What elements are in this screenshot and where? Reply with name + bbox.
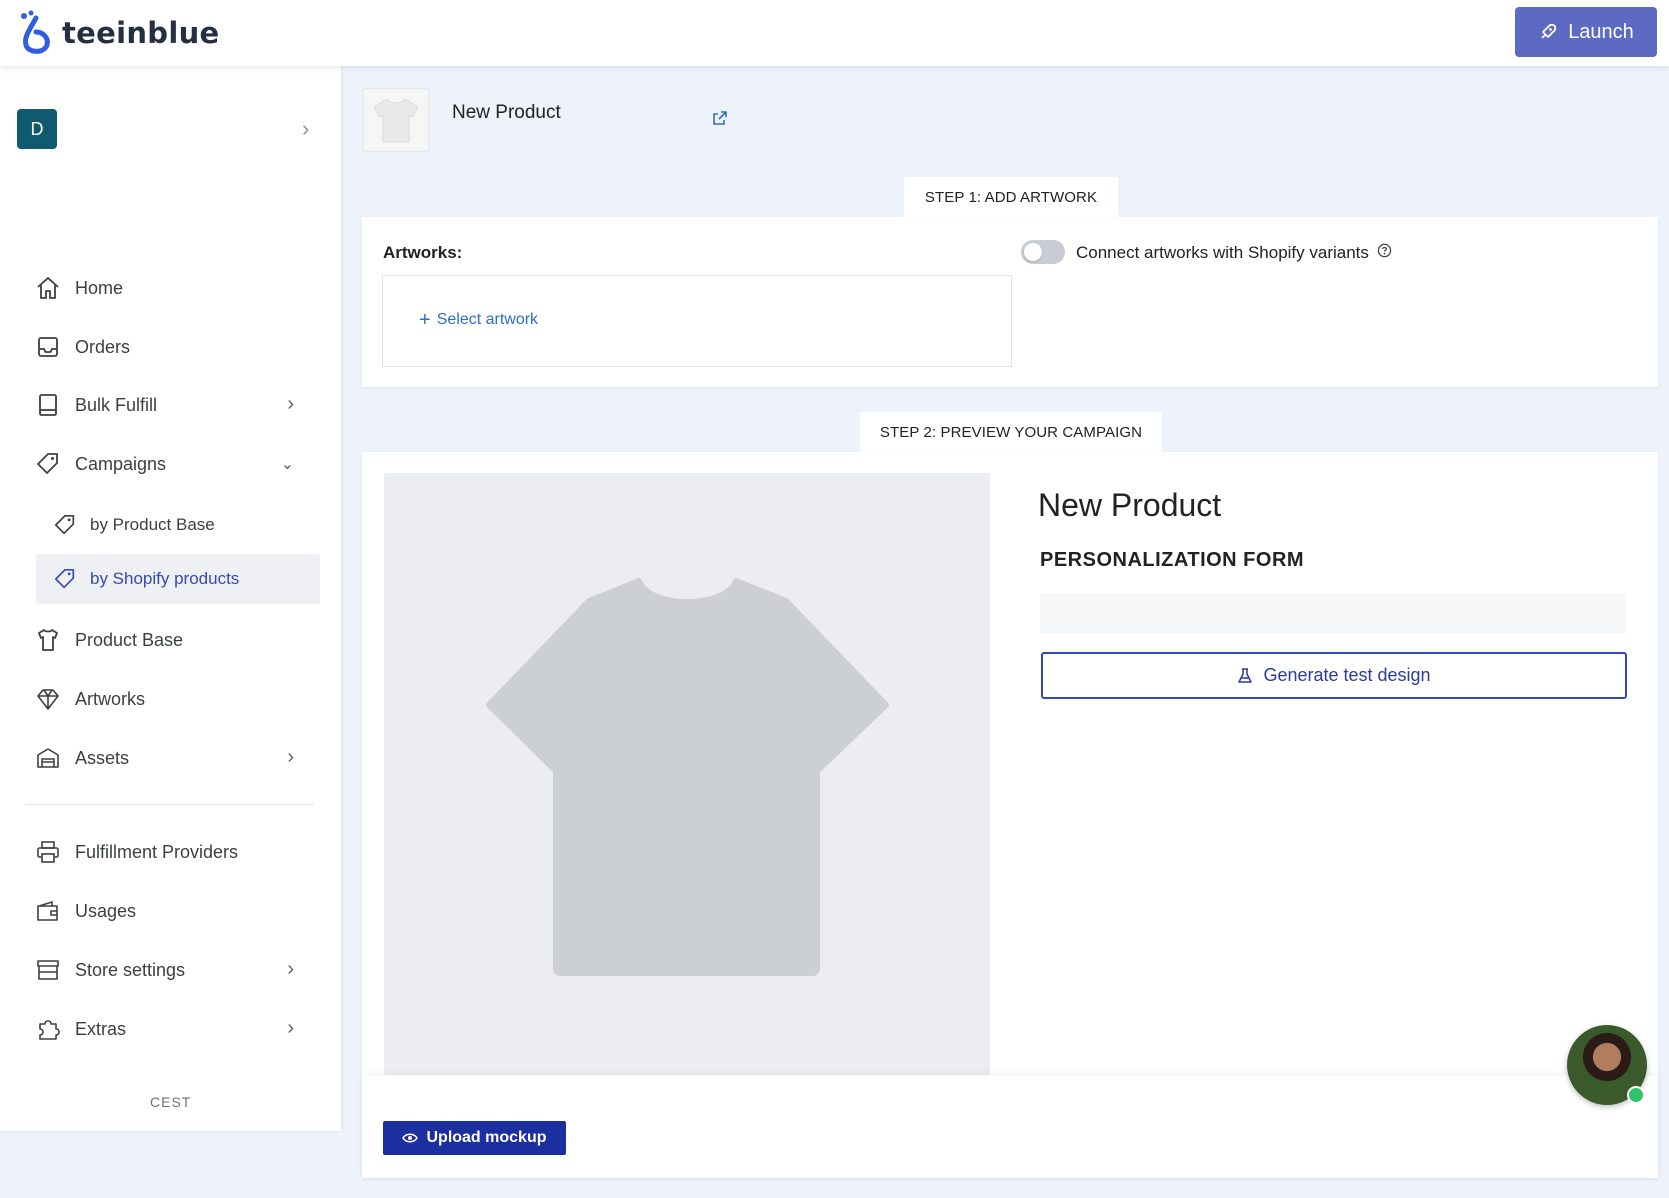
external-link-icon[interactable] xyxy=(712,110,728,131)
artwork-dropzone[interactable]: + Select artwork xyxy=(382,275,1012,367)
timezone-label: CEST xyxy=(150,1094,192,1110)
connect-variants-label: Connect artworks with Shopify variants xyxy=(1076,243,1392,263)
sidebar-item-fulfillment-providers[interactable]: Fulfillment Providers xyxy=(34,832,304,872)
mockup-preview xyxy=(384,473,990,1075)
chevron-right-icon[interactable]: › xyxy=(287,393,294,416)
top-bar: teeinblue Launch xyxy=(0,0,1669,66)
diamond-icon xyxy=(34,685,62,713)
sidebar-item-extras[interactable]: Extras › xyxy=(34,1009,304,1049)
tag-icon xyxy=(52,512,78,538)
sidebar-item-label: Fulfillment Providers xyxy=(75,841,239,862)
puzzle-icon xyxy=(34,1015,62,1043)
printer-icon xyxy=(34,838,62,866)
chevron-right-icon[interactable]: › xyxy=(287,1017,294,1040)
toggle-knob xyxy=(1024,243,1042,261)
generate-label: Generate test design xyxy=(1263,665,1431,685)
chevron-down-icon[interactable]: ⌄ xyxy=(281,454,294,474)
sidebar-item-product-base[interactable]: Product Base xyxy=(34,620,304,660)
sidebar-subitem-label: by Shopify products xyxy=(90,569,240,588)
sidebar-item-label: Assets xyxy=(75,747,130,768)
tshirt-placeholder-icon xyxy=(486,578,889,976)
home-icon xyxy=(34,274,62,302)
step2-tab: STEP 2: PREVIEW YOUR CAMPAIGN xyxy=(860,412,1162,452)
sidebar-item-campaigns[interactable]: Campaigns ⌄ xyxy=(34,444,304,484)
sidebar-item-label: Product Base xyxy=(75,629,184,650)
product-thumbnail xyxy=(363,88,429,152)
sidebar-item-label: Orders xyxy=(75,336,131,357)
teeinblue-logo-icon xyxy=(21,10,50,54)
sidebar-item-label: Campaigns xyxy=(75,453,167,474)
personalization-form-placeholder xyxy=(1040,593,1626,633)
sidebar-item-label: Usages xyxy=(75,900,137,921)
sidebar-item-label: Home xyxy=(75,277,124,298)
sidebar-item-orders[interactable]: Orders xyxy=(34,327,304,367)
sidebar-item-usages[interactable]: Usages xyxy=(34,891,304,931)
store-icon xyxy=(34,956,62,984)
sidebar-divider xyxy=(26,804,314,805)
sidebar-item-bulk-fulfill[interactable]: Bulk Fulfill › xyxy=(34,385,304,425)
wallet-icon xyxy=(34,897,62,925)
sidebar-item-artworks[interactable]: Artworks xyxy=(34,679,304,719)
warehouse-icon xyxy=(34,744,62,772)
sidebar-item-label: Extras xyxy=(75,1018,127,1039)
sidebar-item-assets[interactable]: Assets › xyxy=(34,738,304,778)
sidebar-item-store-settings[interactable]: Store settings › xyxy=(34,950,304,990)
online-status-dot xyxy=(1627,1086,1645,1104)
shirt-icon xyxy=(34,626,62,654)
upload-mockup-button[interactable]: Upload mockup xyxy=(383,1121,566,1155)
help-icon[interactable] xyxy=(1377,243,1392,263)
book-icon xyxy=(34,391,62,419)
preview-product-title: New Product xyxy=(1038,487,1222,523)
chevron-right-icon[interactable]: › xyxy=(287,958,294,981)
connect-label-text: Connect artworks with Shopify variants xyxy=(1076,243,1369,262)
sidebar-item-home[interactable]: Home xyxy=(34,268,304,308)
sidebar-subitem-label: by Product Base xyxy=(90,515,215,534)
product-title: New Product xyxy=(452,102,561,123)
connect-variants-toggle[interactable] xyxy=(1021,240,1065,264)
sidebar-item-label: Store settings xyxy=(75,959,186,980)
sidebar-subitem-by-product-base[interactable]: by Product Base xyxy=(52,505,314,545)
plus-icon: + xyxy=(419,309,431,331)
select-artwork-label: Select artwork xyxy=(436,311,539,328)
chevron-right-icon[interactable]: › xyxy=(302,116,309,142)
tshirt-icon xyxy=(373,98,419,143)
logo[interactable]: teeinblue xyxy=(16,10,220,56)
upload-label: Upload mockup xyxy=(426,1129,547,1146)
tag-icon xyxy=(34,450,62,478)
sidebar-subitem-by-shopify-products[interactable]: by Shopify products xyxy=(52,559,314,599)
tag-icon xyxy=(52,566,78,592)
personalization-form-title: PERSONALIZATION FORM xyxy=(1040,549,1305,571)
rocket-icon xyxy=(1541,23,1557,39)
store-avatar[interactable]: D xyxy=(17,109,57,149)
flask-icon xyxy=(1238,667,1253,683)
launch-button[interactable]: Launch xyxy=(1515,7,1657,57)
artworks-label: Artworks: xyxy=(383,243,463,262)
sidebar-item-label: Artworks xyxy=(75,688,146,709)
eye-icon xyxy=(402,1133,419,1143)
step1-tab: STEP 1: ADD ARTWORK xyxy=(904,177,1118,217)
generate-test-design-button[interactable]: Generate test design xyxy=(1041,652,1627,699)
sidebar-item-label: Bulk Fulfill xyxy=(75,394,158,415)
chevron-right-icon[interactable]: › xyxy=(287,746,294,769)
select-artwork-link[interactable]: + Select artwork xyxy=(419,309,539,331)
launch-label: Launch xyxy=(1568,20,1634,43)
app-name: teeinblue xyxy=(62,16,220,50)
inbox-icon xyxy=(34,333,62,361)
